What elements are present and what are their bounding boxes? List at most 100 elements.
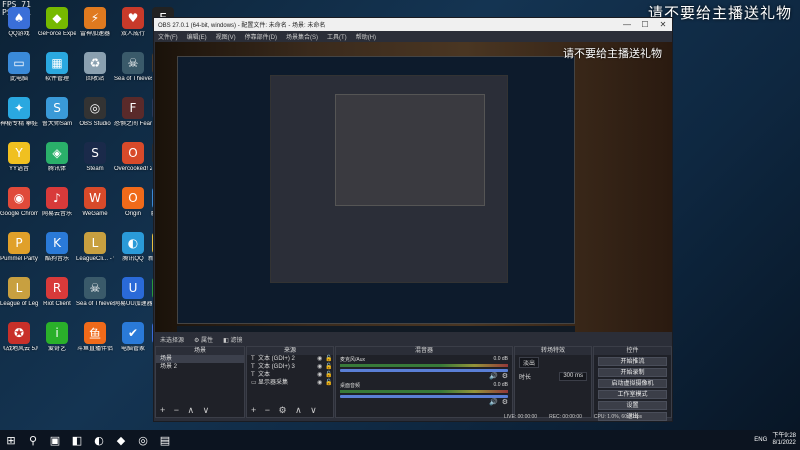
maximize-button[interactable]: ☐ [636,20,654,29]
desktop-icon[interactable]: S 鲁大师Sam [38,94,76,138]
obs-status-bar: LIVE: 00:00:00 REC: 00:00:00 CPU: 1.0%, … [155,414,672,420]
mixer-header: 混音器 [336,347,512,355]
desktop-icon-label: Google Chrome [0,211,38,217]
eye-icon[interactable]: ◉ [317,363,325,371]
minimize-button[interactable]: — [618,20,636,29]
menu-help[interactable]: 帮助(H) [356,32,376,41]
start-streaming-button[interactable]: 开始推流 [598,357,667,366]
desktop-icon[interactable]: ◈ 腾讯体 [38,139,76,183]
start-recording-button[interactable]: 开始录制 [598,368,667,377]
studio-mode-button[interactable]: 工作室模式 [598,390,667,399]
taskview-icon[interactable]: ▣ [44,430,66,450]
desktop-icon[interactable]: R Riot Client [38,274,76,318]
desktop-icon[interactable]: P Pummel Party [0,229,38,273]
eye-icon[interactable]: ◉ [317,355,325,363]
lock-icon[interactable]: 🔓 [325,379,333,387]
desktop-icon[interactable]: Y YY语音 [0,139,38,183]
clock[interactable]: 下午9:28 8/1/2022 [772,433,796,447]
live-status: LIVE: 00:00:00 [504,414,538,420]
eye-icon[interactable]: ◉ [317,371,325,379]
desktop-icon[interactable]: 鱼斗鱼直播伴侣 [76,319,114,363]
desktop-icon[interactable]: L League of Legends... [0,274,38,318]
language-indicator[interactable]: ENG [754,437,767,443]
duration-input[interactable]: 300 ms [559,372,587,381]
gear-icon[interactable]: ⚙ [502,372,508,380]
desktop-icon[interactable]: ✦ 神秘专精 攀娃 [0,94,38,138]
lock-icon[interactable]: 🔓 [325,363,333,371]
nested-desktop-capture [177,56,575,324]
desktop-icon[interactable]: ◆ GeForce Experience [38,4,76,48]
desktop-icon[interactable]: L LeagueCli... - 快捷方式 [76,229,114,273]
menu-view[interactable]: 视图(V) [216,32,236,41]
app-icon: ♻ [84,52,106,74]
desktop-icon[interactable]: ♻ 回收站 [76,49,114,93]
menu-scene-collection[interactable]: 场景集合(S) [286,32,318,41]
obs-window[interactable]: OBS 27.0.1 (64-bit, windows) - 配置文件: 未命名… [153,17,673,422]
desktop-icon[interactable]: ✪ 《战地风云 5》 [0,319,38,363]
scene-item[interactable]: 场景 [156,355,244,363]
taskbar-app-icon[interactable]: ◧ [66,430,88,450]
desktop-icon[interactable]: ♠ QQ游戏 [0,4,38,48]
close-button[interactable]: ✕ [654,20,672,29]
start-icon[interactable]: ⊞ [0,430,22,450]
settings-button[interactable]: 设置 [598,401,667,410]
volume-slider[interactable] [340,369,508,372]
desktop-icon-label: 回收站 [85,76,104,82]
lock-icon[interactable]: 🔓 [325,355,333,363]
source-toolbar: 未选择源 ⚙ 属性 ◧ 滤镜 [155,334,672,344]
desktop-icon[interactable]: ◎ OBS Studio [76,94,114,138]
desktop: FPS 71 PS 101 ♠QQ游戏◆GeForce Experience⚡雷… [0,0,800,430]
desktop-icon[interactable]: ▭ 此电脑 [0,49,38,93]
app-icon: ▦ [46,52,68,74]
source-item[interactable]: ▭ 显示器采集 ◉ 🔓 [247,379,333,387]
channel-db: 0.0 dB [493,382,508,388]
menu-edit[interactable]: 编辑(E) [187,32,207,41]
taskbar-app-icon[interactable]: ▤ [154,430,176,450]
source-item[interactable]: T 文本 (GDI+) 2 ◉ 🔓 [247,355,333,363]
desktop-icon-label: 软件管理 [44,76,69,82]
taskbar-app-icon[interactable]: ◆ [110,430,132,450]
volume-slider[interactable] [340,395,508,398]
eye-icon[interactable]: ◉ [317,379,325,387]
desktop-icon[interactable]: ▦ 软件管理 [38,49,76,93]
lock-icon[interactable]: 🔓 [325,371,333,379]
desktop-icon[interactable]: K 酷狗音乐 [38,229,76,273]
transition-type-select[interactable]: 淡出 [519,357,540,368]
properties-button[interactable]: ⚙ 属性 [194,335,213,344]
menu-docks[interactable]: 停靠部件(D) [245,32,277,41]
app-icon: ♠ [8,7,30,29]
filters-button[interactable]: ◧ 滤镜 [223,335,242,344]
audio-meter [340,390,508,393]
clock-date: 8/1/2022 [772,440,796,446]
obs-taskbar-icon[interactable]: ◎ [132,430,154,450]
menu-tools[interactable]: 工具(T) [327,32,347,41]
gear-icon[interactable]: ⚙ [502,398,508,406]
desktop-icon[interactable]: ◉ Google Chrome [0,184,38,228]
speaker-icon[interactable]: 🔊 [489,398,498,406]
desktop-icon[interactable]: i 爱奇艺 [38,319,76,363]
desktop-icon-label: 鲁大师Sam [41,121,73,127]
speaker-icon[interactable]: 🔊 [489,372,498,380]
app-icon: ✪ [8,322,30,344]
taskbar-app-icon[interactable]: ◐ [88,430,110,450]
desktop-icon[interactable]: W WeGame [76,184,114,228]
app-icon: ◈ [46,142,68,164]
scene-item[interactable]: 场景 2 [156,363,244,371]
search-icon[interactable]: ⚲ [22,430,44,450]
menu-file[interactable]: 文件(F) [158,32,178,41]
desktop-icon[interactable]: ⚡ 雷神加速器 [76,4,114,48]
app-icon: S [84,142,106,164]
obs-title-bar[interactable]: OBS 27.0.1 (64-bit, windows) - 配置文件: 未命名… [154,18,672,31]
desktop-icon[interactable]: S Steam [76,139,114,183]
source-name: 文本 [258,372,271,378]
app-icon: W [84,187,106,209]
source-item[interactable]: T 文本 (GDI+) 3 ◉ 🔓 [247,363,333,371]
source-item[interactable]: T 文本 ◉ 🔓 [247,371,333,379]
virtual-camera-button[interactable]: 启动虚拟摄像机 [598,379,667,388]
transitions-panel: 转场特效 淡出 时长 300 ms [514,346,592,418]
desktop-icon[interactable]: ☠ Sea of Thieves [76,274,114,318]
obs-preview[interactable]: 请不要给主播送礼物 [155,42,672,332]
text-source-icon: T [251,371,255,378]
app-icon: ◐ [122,232,144,254]
desktop-icon[interactable]: ♪ 网易云音乐 [38,184,76,228]
